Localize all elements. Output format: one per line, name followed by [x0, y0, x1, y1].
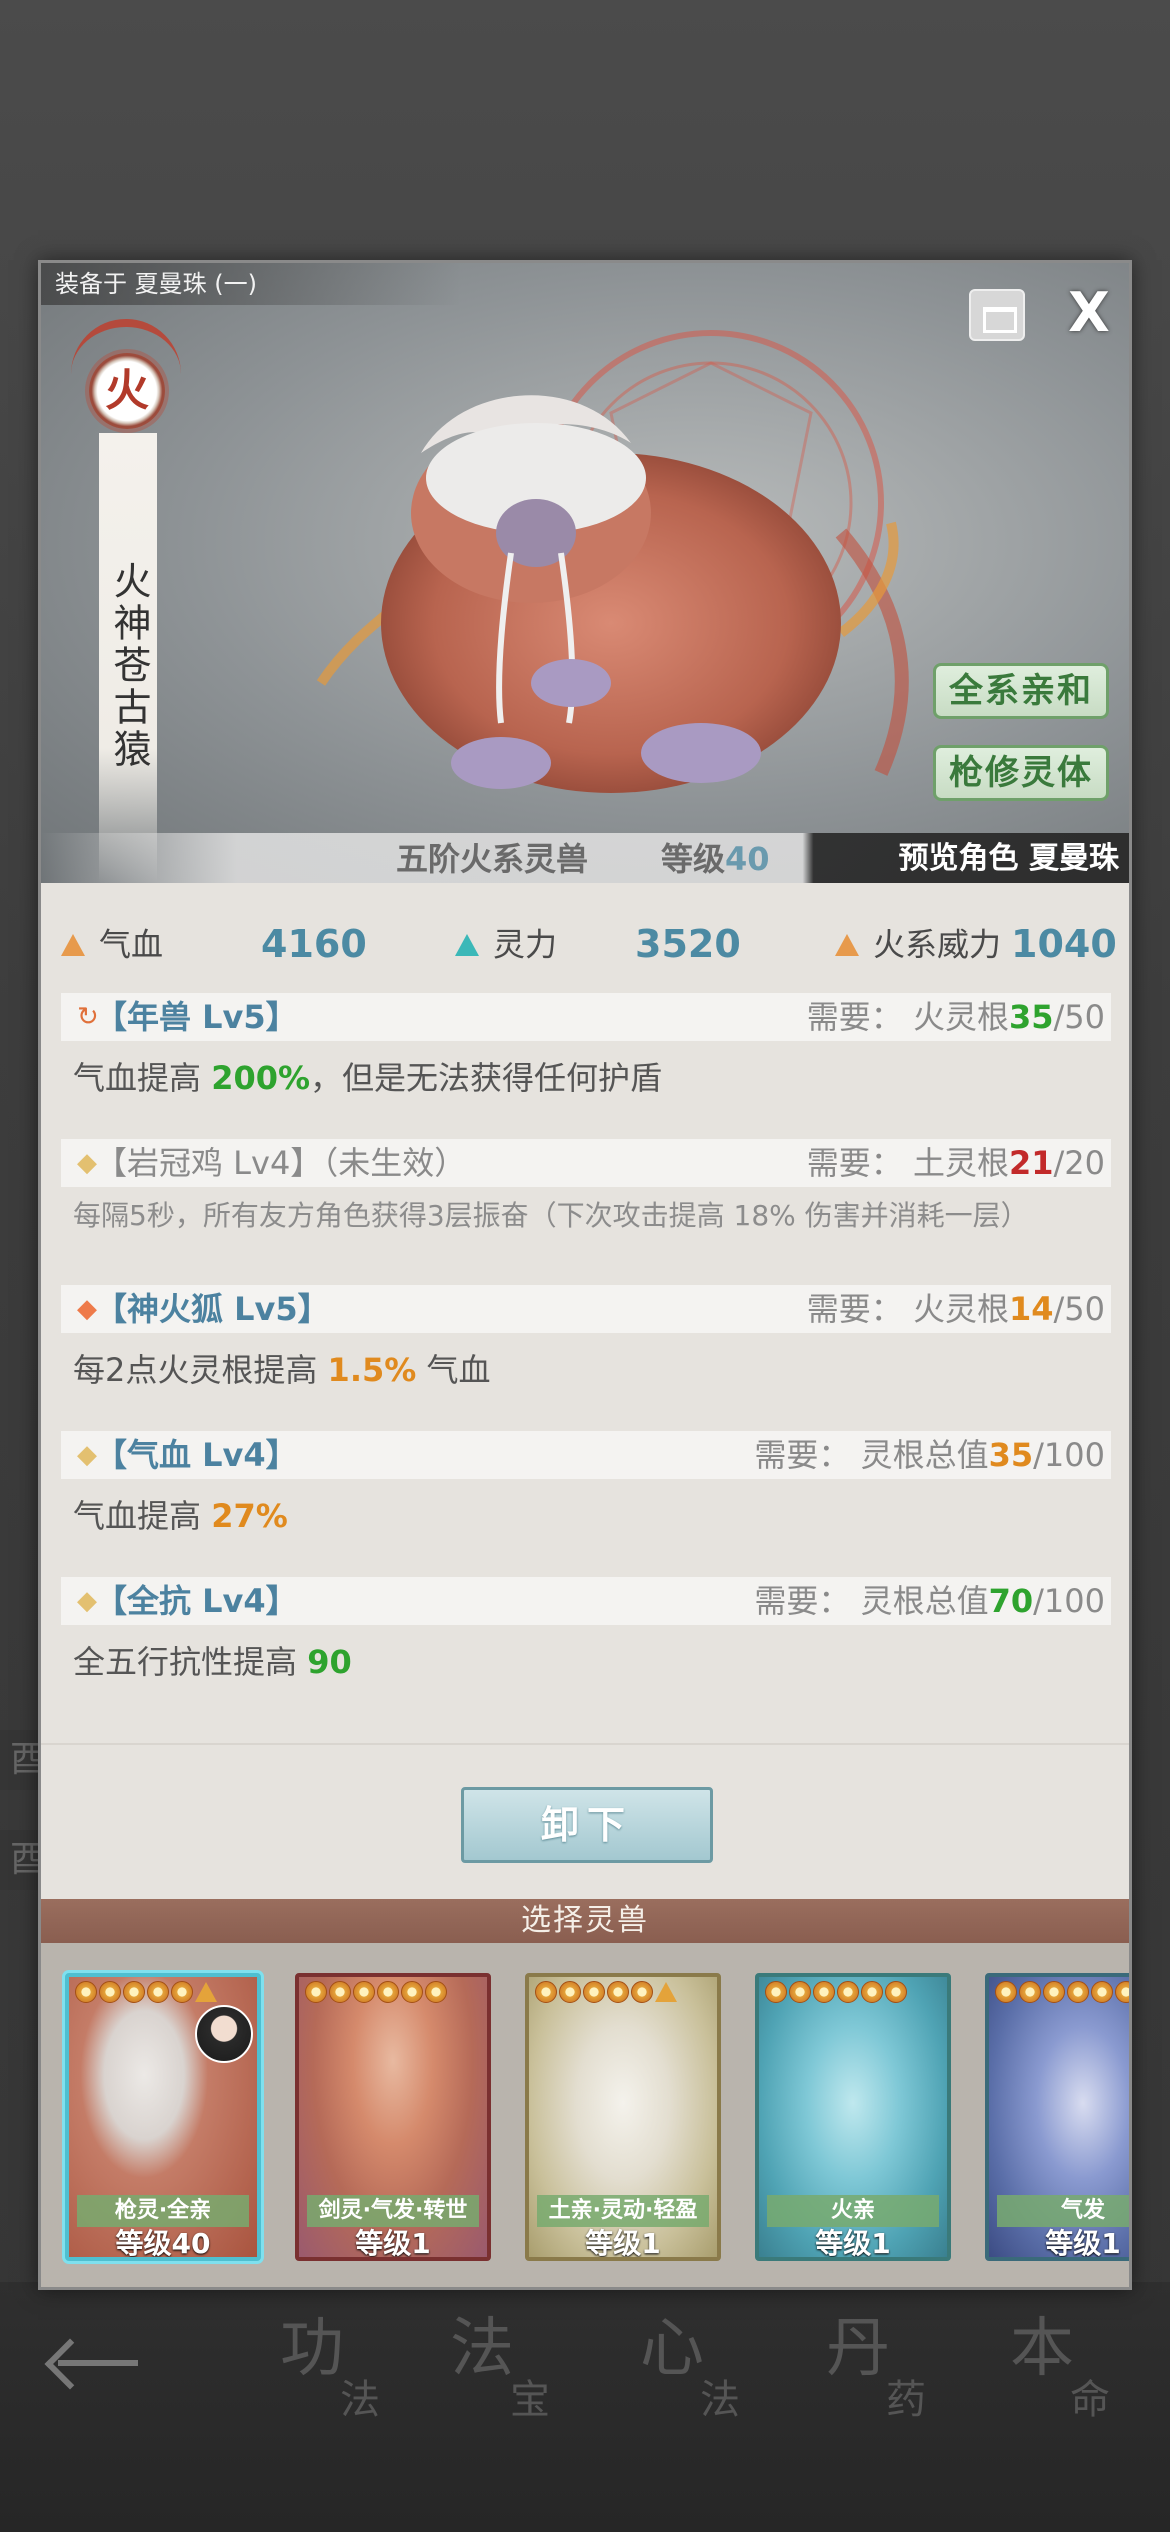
background-side-tab: 酉	[0, 1730, 46, 1790]
skill-name: 【年兽 Lv5】	[95, 998, 298, 1036]
beast-hero-panel: 装备于 夏曼珠 (一) X 火 火神苍古猿 全系亲和 枪修灵体 五阶火系灵兽 等…	[41, 263, 1129, 883]
beast-card[interactable]: 气发 等级1	[985, 1973, 1129, 2261]
nav-item-danyao[interactable]: 丹 药	[826, 2297, 976, 2423]
close-icon[interactable]: X	[1061, 285, 1117, 341]
skill-name: 【岩冠鸡 Lv4】（未生效）	[95, 1144, 467, 1182]
beast-card-traits: 气发	[997, 2195, 1129, 2227]
unequip-button[interactable]: 卸下	[461, 1787, 713, 1863]
diamond-icon: ◆	[77, 1294, 97, 1324]
tag-all-affinity[interactable]: 全系亲和	[933, 663, 1109, 719]
background-bottom-nav: 功 法 法 宝 心 法 丹 药 本 命	[0, 2282, 1170, 2532]
back-arrow-icon[interactable]	[48, 2342, 148, 2382]
star-rating	[765, 1981, 907, 2007]
nav-item-xinfa[interactable]: 心 法	[640, 2297, 790, 2423]
skill-requirement: 需要： 灵根总值70/100	[754, 1582, 1105, 1620]
star-rating	[995, 1981, 1129, 2007]
beast-card[interactable]: 枪灵·全亲 等级40	[65, 1973, 261, 2261]
beast-card-level: 等级1	[815, 2227, 891, 2260]
beast-card-traits: 枪灵·全亲	[77, 2195, 249, 2227]
background-side-tab: 酉	[0, 1830, 46, 1890]
skill-description: 气血提高 200%，但是无法获得任何护盾	[73, 1059, 663, 1097]
beast-info-bar: 五阶火系灵兽 等级40 预览角色 夏曼珠	[41, 833, 1129, 883]
skill-description: 全五行抗性提高 90	[73, 1643, 352, 1681]
beast-level: 等级40	[661, 840, 770, 878]
fire-element-icon: 火	[89, 353, 165, 429]
diamond-icon: ◆	[77, 1148, 97, 1178]
equipped-on-label: 装备于 夏曼珠 (一)	[41, 263, 461, 305]
skill-qixue: ◆ 【气血 Lv4】 需要： 灵根总值35/100 气血提高 27%	[61, 1431, 1111, 1539]
beast-card[interactable]: 火亲 等级1	[755, 1973, 951, 2261]
skill-quankang: ◆ 【全抗 Lv4】 需要： 灵根总值70/100 全五行抗性提高 90	[61, 1577, 1111, 1685]
up-triangle-icon	[835, 933, 859, 956]
skill-requirement: 需要： 土灵根21/20	[806, 1144, 1105, 1182]
beast-card[interactable]: 剑灵·气发·转世 等级1	[295, 1973, 491, 2261]
beast-card-level: 等级1	[355, 2227, 431, 2260]
diamond-icon: ◆	[77, 1586, 97, 1616]
skill-name: 【气血 Lv4】	[95, 1436, 298, 1474]
nav-item-benming[interactable]: 本 命	[1010, 2297, 1160, 2423]
nav-item-gongfa[interactable]: 功 法	[280, 2297, 430, 2423]
beast-card-traits: 土亲·灵动·轻盈	[537, 2195, 709, 2227]
tag-spear-body[interactable]: 枪修灵体	[933, 745, 1109, 801]
beast-card-level: 等级40	[115, 2227, 211, 2260]
stat-mana: 灵力 3520	[455, 919, 741, 969]
up-triangle-icon	[61, 933, 85, 956]
skill-nianshou: ↻ 【年兽 Lv5】 需要： 火灵根35/50 气血提高 200%，但是无法获得…	[61, 993, 1111, 1101]
beast-detail-modal: 装备于 夏曼珠 (一) X 火 火神苍古猿 全系亲和 枪修灵体 五阶火系灵兽 等…	[38, 260, 1132, 2290]
section-divider	[41, 1743, 1129, 1745]
beast-name: 火神苍古猿	[99, 433, 157, 883]
skill-name: 【全抗 Lv4】	[95, 1582, 298, 1620]
skill-description: 每隔5秒，所有友方角色获得3层振奋（下次攻击提高 18% 伤害并消耗一层）	[73, 1199, 1029, 1232]
storage-icon[interactable]	[969, 289, 1025, 341]
diamond-icon: ◆	[77, 1440, 97, 1470]
skill-description: 每2点火灵根提高 1.5% 气血	[73, 1351, 491, 1389]
skill-requirement: 需要： 火灵根35/50	[806, 998, 1105, 1036]
stats-row: 气血 4160 灵力 3520 火系威力 1040	[41, 883, 1129, 993]
star-rating	[535, 1981, 677, 2007]
beast-illustration	[316, 330, 909, 793]
beast-card-traits: 剑灵·气发·转世	[307, 2195, 479, 2227]
select-beast-title: 选择灵兽	[41, 1899, 1129, 1943]
skill-description: 气血提高 27%	[73, 1497, 288, 1535]
nav-item-fabao[interactable]: 法 宝	[450, 2297, 600, 2423]
stat-hp: 气血 4160	[61, 919, 367, 969]
beast-card-level: 等级1	[585, 2227, 661, 2260]
skill-requirement: 需要： 灵根总值35/100	[754, 1436, 1105, 1474]
preview-character: 预览角色 夏曼珠	[898, 841, 1119, 876]
beast-card-traits: 火亲	[767, 2195, 939, 2227]
beast-rank: 五阶火系灵兽	[396, 840, 589, 878]
skill-name: 【神火狐 Lv5】	[95, 1290, 330, 1328]
beast-card-list[interactable]: 枪灵·全亲 等级40 剑灵·气发·转世 等级1 土亲·灵动·轻盈 等级1 火亲 …	[41, 1943, 1129, 2287]
skill-yanguanji: ◆ 【岩冠鸡 Lv4】（未生效） 需要： 土灵根21/20 每隔5秒，所有友方角…	[61, 1139, 1111, 1233]
character-avatar	[195, 2005, 253, 2063]
star-rating	[75, 1981, 217, 2007]
up-triangle-icon	[455, 933, 479, 956]
skill-requirement: 需要： 火灵根14/50	[806, 1290, 1105, 1328]
beast-card-level: 等级1	[1045, 2227, 1121, 2260]
star-rating	[305, 1981, 447, 2007]
stat-fire-power: 火系威力 1040	[835, 919, 1117, 969]
skill-shenhuohu: ◆ 【神火狐 Lv5】 需要： 火灵根14/50 每2点火灵根提高 1.5% 气…	[61, 1285, 1111, 1393]
beast-card[interactable]: 土亲·灵动·轻盈 等级1	[525, 1973, 721, 2261]
